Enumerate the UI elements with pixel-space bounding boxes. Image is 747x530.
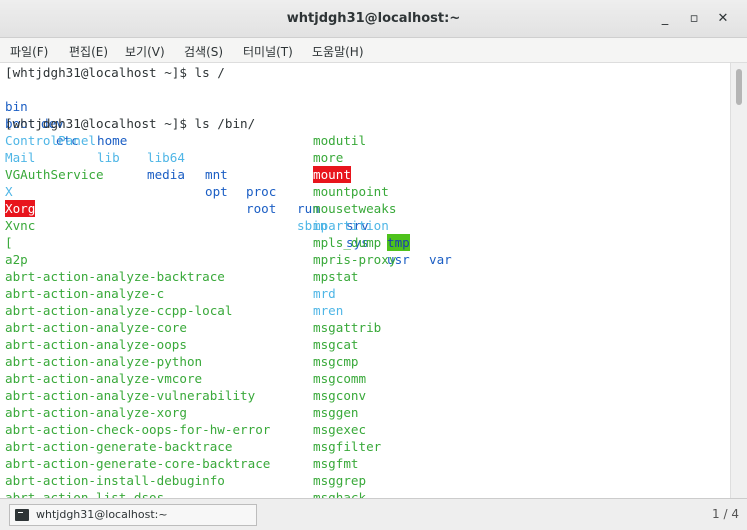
dir-entry: var	[429, 252, 452, 267]
exec-entry: mpris-proxy	[313, 252, 397, 267]
shell-prompt: [whtjdgh31@localhost ~]$ ls /	[5, 65, 225, 80]
exec-entry: msggrep	[313, 473, 367, 488]
exec-entry: abrt-action-analyze-python	[5, 354, 203, 369]
symlink-entry: mrd	[313, 286, 336, 301]
symlink-entry: X	[5, 184, 13, 199]
exec-entry: mpstat	[313, 269, 359, 284]
exec-entry: abrt-action-analyze-vulnerability	[5, 388, 256, 403]
dir-entry: mnt	[205, 167, 228, 182]
symlink-entry: ControlPanel	[5, 133, 96, 148]
exec-entry: abrt-action-analyze-xorg	[5, 405, 187, 420]
terminal-icon	[15, 509, 29, 521]
exec-entry: msgfmt	[313, 456, 359, 471]
exec-entry: msghack	[313, 490, 367, 498]
root-listing-row-2: boot etc lib media opt root sbin sys usr	[0, 98, 730, 267]
exec-entry: abrt-action-generate-core-backtrace	[5, 456, 271, 471]
exec-entry: msggen	[313, 405, 359, 420]
menu-help[interactable]: 도움말(H)	[312, 43, 364, 60]
menu-view[interactable]: 보기(V)	[125, 43, 165, 60]
exec-entry: Xvnc	[5, 218, 36, 233]
exec-entry: abrt-action-analyze-oops	[5, 337, 187, 352]
exec-entry: abrt-action-analyze-vmcore	[5, 371, 203, 386]
sticky-dir-entry: tmp	[387, 234, 410, 251]
exec-entry: msgcmp	[313, 354, 359, 369]
symlink-entry: lib	[97, 150, 120, 165]
exec-entry: more	[313, 150, 344, 165]
menu-bar: 파일(F) 편집(E) 보기(V) 검색(S) 터미널(T) 도움말(H)	[0, 38, 747, 63]
menu-search[interactable]: 검색(S)	[184, 43, 223, 60]
exec-entry: abrt-action-analyze-backtrace	[5, 269, 225, 284]
exec-entry: mountpoint	[313, 184, 389, 199]
exec-entry: VGAuthService	[5, 167, 104, 182]
menu-edit[interactable]: 편집(E)	[69, 43, 108, 60]
exec-entry: msgfilter	[313, 439, 382, 454]
terminal-output[interactable]: [whtjdgh31@localhost ~]$ ls / bin dev ho…	[0, 63, 730, 498]
exec-entry: modutil	[313, 133, 367, 148]
symlink-entry: mpartition	[313, 218, 389, 233]
taskbar-window-button[interactable]: whtjdgh31@localhost:~	[9, 504, 257, 526]
dir-entry: proc	[246, 184, 277, 199]
dir-entry: opt	[205, 184, 228, 199]
shell-prompt: [whtjdgh31@localhost ~]$ ls /bin/	[5, 116, 256, 131]
exec-entry: abrt-action-analyze-c	[5, 286, 165, 301]
taskbar-window-label: whtjdgh31@localhost:~	[36, 508, 168, 521]
exec-entry: msgcomm	[313, 371, 367, 386]
menu-terminal[interactable]: 터미널(T)	[243, 43, 293, 60]
exec-entry: a2p	[5, 252, 28, 267]
scrollbar-thumb[interactable]	[736, 69, 742, 105]
exec-entry: msgexec	[313, 422, 367, 437]
window-list-bar: whtjdgh31@localhost:~ 1 / 4	[0, 498, 747, 530]
exec-entry: abrt-action-analyze-ccpp-local	[5, 303, 233, 318]
vertical-scrollbar[interactable]	[730, 63, 747, 498]
exec-entry: abrt-action-analyze-core	[5, 320, 187, 335]
exec-entry: mousetweaks	[313, 201, 397, 216]
workspace-pager[interactable]: 1 / 4	[712, 507, 739, 521]
setuid-entry: mount	[313, 166, 351, 183]
exec-entry: abrt-action-check-oops-for-hw-error	[5, 422, 271, 437]
close-button[interactable]: ✕	[713, 9, 733, 29]
exec-entry: mpls_dump	[313, 235, 382, 250]
root-listing-row-1: bin dev home lib64 mnt proc run srv tmp …	[0, 81, 730, 267]
dir-entry: media	[147, 167, 185, 182]
symlink-entry: lib64	[147, 150, 185, 165]
dir-entry: home	[97, 133, 128, 148]
maximize-button[interactable]: ▫	[684, 9, 704, 29]
exec-entry: [	[5, 235, 13, 250]
symlink-entry: mren	[313, 303, 344, 318]
exec-entry: msgconv	[313, 388, 367, 403]
exec-entry: abrt-action-generate-backtrace	[5, 439, 233, 454]
setuid-entry: Xorg	[5, 200, 36, 217]
exec-entry: msgattrib	[313, 320, 382, 335]
symlink-entry: Mail	[5, 150, 36, 165]
dir-entry: root	[246, 201, 277, 216]
exec-entry: abrt-action-install-debuginfo	[5, 473, 225, 488]
minimize-button[interactable]: _	[655, 9, 675, 29]
menu-file[interactable]: 파일(F)	[10, 43, 48, 60]
exec-entry: msgcat	[313, 337, 359, 352]
exec-entry: abrt-action-list-dsos	[5, 490, 165, 498]
window-title: whtjdgh31@localhost:~	[286, 11, 461, 26]
title-bar: whtjdgh31@localhost:~ _ ▫ ✕	[0, 0, 747, 38]
